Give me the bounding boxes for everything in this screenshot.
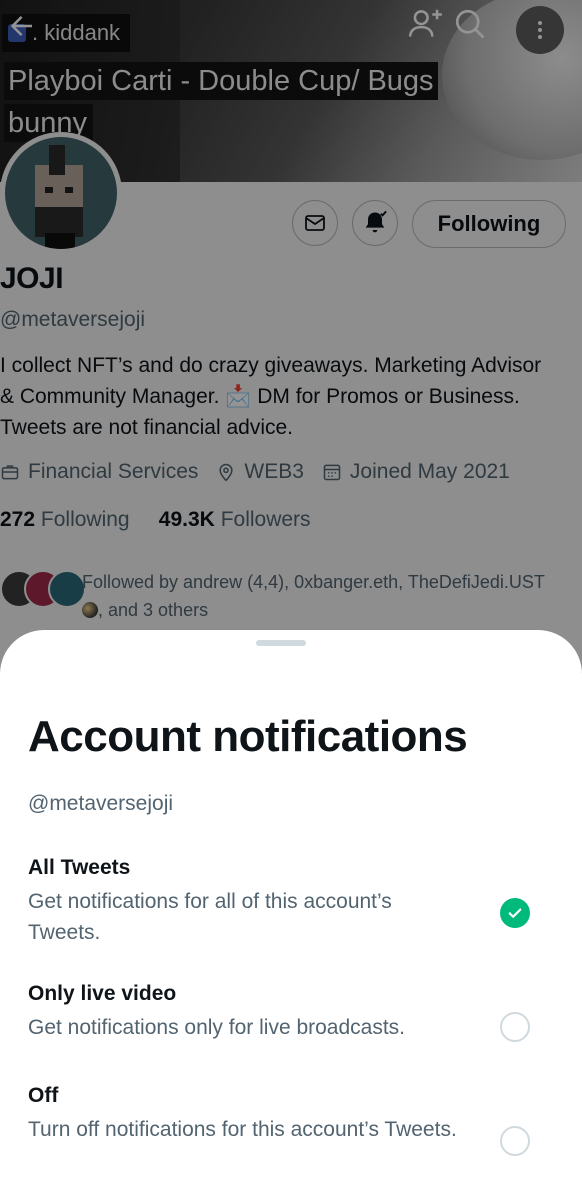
sheet-grabber[interactable] bbox=[256, 640, 306, 646]
sheet-handle: @metaversejoji bbox=[28, 792, 174, 815]
sheet-title: Account notifications bbox=[28, 712, 468, 761]
checkmark-icon bbox=[508, 908, 522, 918]
profile-page: Playboi Carti - Double Cup/ Bugs bunny .… bbox=[0, 0, 582, 1200]
option-off[interactable]: Off Turn off notifications for this acco… bbox=[28, 1082, 558, 1145]
option-title: Off bbox=[28, 1084, 59, 1107]
option-description: Get notifications only for live broadcas… bbox=[28, 1016, 406, 1039]
option-title: All Tweets bbox=[28, 856, 131, 879]
option-title: Only live video bbox=[28, 982, 177, 1005]
account-notifications-sheet: Account notifications @metaversejoji All… bbox=[0, 630, 582, 1200]
option-description: Get notifications for all of this accoun… bbox=[28, 890, 392, 944]
option-all-tweets[interactable]: All Tweets Get notifications for all of … bbox=[28, 854, 558, 948]
option-description: Turn off notifications for this account’… bbox=[28, 1118, 457, 1141]
radio-only-live-video[interactable] bbox=[500, 1012, 530, 1042]
radio-all-tweets[interactable] bbox=[500, 898, 530, 928]
option-only-live-video[interactable]: Only live video Get notifications only f… bbox=[28, 980, 558, 1043]
radio-off[interactable] bbox=[500, 1126, 530, 1156]
